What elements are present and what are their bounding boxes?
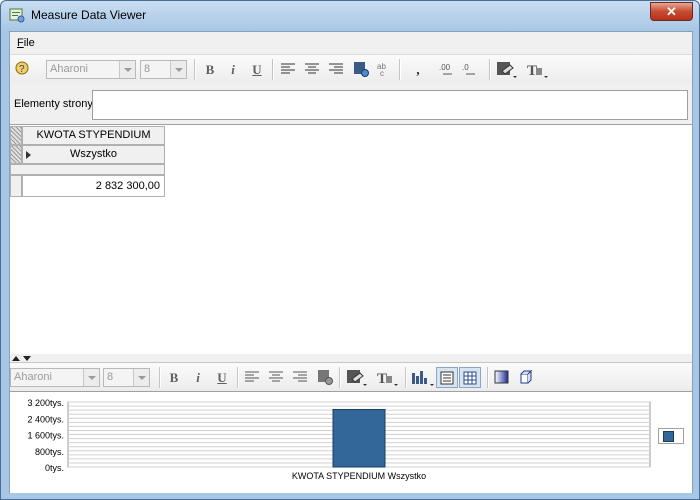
legend-icon [440,371,454,385]
dimension-header[interactable]: Wszystko [22,145,165,164]
bold-button[interactable]: B [200,60,220,79]
crosstab-grid: KWOTA STYPENDIUM Wszystko 2 832 300,00 [10,124,692,355]
separator [339,367,341,388]
conditional-format-icon[interactable] [496,61,518,79]
text-style-icon[interactable]: T [527,61,549,79]
menu-file-label: ile [23,37,35,49]
font-size-combo[interactable]: 8 [140,60,187,79]
data-cell-value: 2 832 300,00 [95,180,160,192]
formatting-toolbar: ? Aharoni 8 B i U ab c , .00 .0 T [10,55,692,83]
expand-arrow-icon[interactable] [26,151,31,159]
font-name-combo[interactable]: Aharoni [46,60,136,79]
comma-label: , [416,62,420,77]
chart-font-name-value: Aharoni [14,371,52,383]
title-bar[interactable]: Measure Data Viewer ✕ [1,1,699,30]
svg-text:.00: .00 [439,63,451,72]
wrap-text-icon[interactable]: abc [376,61,392,77]
chart-text-style-icon[interactable]: T [377,369,399,387]
y-tick-label: 800tys. [35,447,64,457]
window-title: Measure Data Viewer [31,8,147,22]
window: Measure Data Viewer ✕ File ? Aharoni 8 B… [0,0,700,500]
chart-cell-format-icon[interactable] [317,369,333,385]
client-area: File ? Aharoni 8 B i U ab c , .00 .0 T E… [9,31,693,493]
row-handle[interactable] [10,126,22,145]
chevron-down-icon [119,61,135,78]
chart-panel: 3 200tys. 2 400tys. 1 600tys. 800tys. 0tys. K… [10,391,692,493]
measure-header[interactable]: KWOTA STYPENDIUM [22,126,165,145]
close-button[interactable]: ✕ [650,2,693,21]
align-left-icon[interactable] [281,63,295,75]
separator [399,59,401,80]
decrease-decimal-icon[interactable]: .00 [439,61,457,77]
pane-splitter[interactable] [10,354,692,362]
separator [489,59,491,80]
chart-italic-button[interactable]: i [188,368,208,387]
chart-font-size-combo[interactable]: 8 [103,368,150,387]
chevron-down-icon [170,61,186,78]
separator [487,367,489,388]
separator [272,59,274,80]
separator [237,367,239,388]
chart-align-center-icon[interactable] [269,371,283,383]
underline-button[interactable]: U [247,60,267,79]
close-icon: ✕ [666,4,677,19]
separator [159,367,161,388]
menu-file[interactable]: File [17,37,35,49]
app-icon [9,8,25,23]
chart-align-right-icon[interactable] [293,371,307,383]
x-category-label: KWOTA STYPENDIUM Wszystko [292,471,426,481]
svg-text:T: T [527,63,537,79]
collapse-toggle-icon[interactable] [12,355,34,362]
page-items-label: Elementy strony [14,98,93,110]
svg-text:T: T [377,371,387,387]
query-icon[interactable]: ? [14,60,32,78]
chevron-down-icon [83,369,99,386]
legend-toggle-button[interactable] [436,367,458,388]
measure-header-label: KWOTA STYPENDIUM [36,129,151,141]
legend-swatch [663,431,674,442]
3d-effect-icon[interactable] [518,369,534,385]
header-spacer [10,164,165,175]
svg-text:.0: .0 [462,63,469,72]
chart-conditional-format-icon[interactable] [346,369,368,387]
font-size-value: 8 [144,63,151,75]
y-tick-label: 1 600tys. [27,431,64,441]
separator [405,367,407,388]
separator [194,59,196,80]
cell-format-icon[interactable] [353,61,369,77]
dimension-value-label: Wszystko [69,148,118,160]
row-header[interactable] [10,175,22,197]
bar [332,408,386,468]
align-right-icon[interactable] [329,63,343,75]
gridlines-icon [463,371,477,385]
chart-legend[interactable] [658,428,684,444]
chart-bold-button[interactable]: B [164,368,184,387]
chart-align-left-icon[interactable] [245,371,259,383]
chart-toolbar: Aharoni 8 B i U T [10,362,692,391]
gridlines-toggle-button[interactable] [459,367,481,388]
bar-chart: 3 200tys. 2 400tys. 1 600tys. 800tys. 0tys. K… [27,398,651,481]
data-cell[interactable]: 2 832 300,00 [22,175,165,197]
gradient-fill-icon[interactable] [494,370,510,384]
page-items-bar: Elementy strony [10,84,692,124]
y-tick-label: 0tys. [45,463,64,473]
chart-font-name-combo[interactable]: Aharoni [10,368,100,387]
chart-font-size-value: 8 [107,371,114,383]
thousands-separator-button[interactable]: , [408,60,428,79]
increase-decimal-icon[interactable]: .0 [462,61,480,77]
menu-file-accelerator: F [17,37,24,49]
y-tick-label: 2 400tys. [27,414,64,424]
page-items-field[interactable] [92,90,688,120]
menu-bar: File [10,32,692,55]
y-tick-label: 3 200tys. [27,398,64,408]
svg-text:c: c [380,69,384,77]
chevron-down-icon [133,369,149,386]
chart-type-icon[interactable] [411,369,435,387]
svg-text:?: ? [19,64,25,75]
chart-underline-button[interactable]: U [212,368,232,387]
align-center-icon[interactable] [305,63,319,75]
row-handle[interactable] [10,145,22,164]
italic-button[interactable]: i [223,60,243,79]
font-name-value: Aharoni [50,63,88,75]
